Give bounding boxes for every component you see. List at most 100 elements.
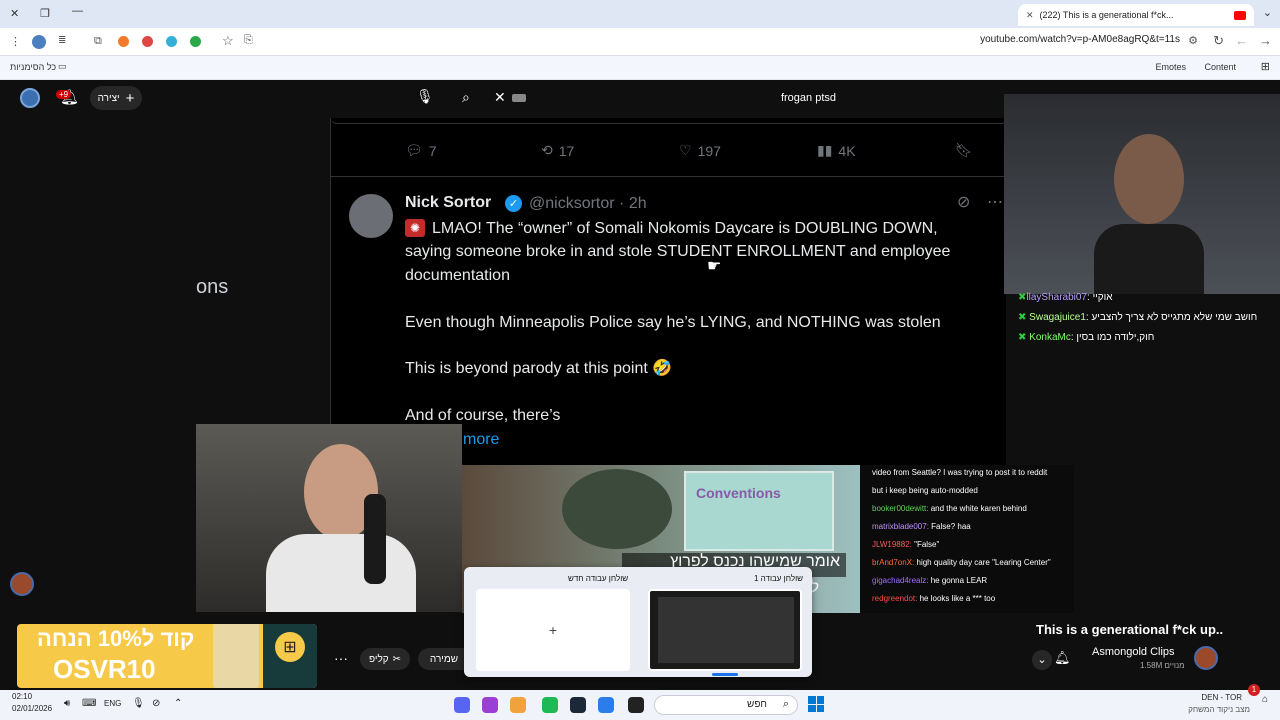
subscribe-bell-icon[interactable]: 🔔︎ (1054, 650, 1071, 666)
reload-icon[interactable]: ↻ (1213, 33, 1224, 49)
tab-search-icon[interactable]: ⌄ (1263, 6, 1272, 19)
chevron-down-icon[interactable]: ⌄ (1032, 650, 1052, 670)
chat-message: brAnd7onX: high quality day care "Learin… (872, 558, 1051, 567)
address-bar[interactable]: youtube.com/watch?v=p-AM0e8agRQ&t=11s (980, 34, 1180, 45)
app-purple-icon[interactable] (482, 697, 498, 713)
siren-emoji-icon: ✺ (405, 219, 425, 237)
channel-avatar[interactable] (10, 572, 34, 596)
channel-name[interactable]: Asmongold Clips (1092, 646, 1175, 658)
chat-message: redgreendot: he looks like a *** too (872, 594, 996, 603)
profile-icon[interactable] (32, 35, 46, 49)
streamer-webcam-right (1004, 94, 1280, 294)
close-window-icon[interactable]: ✕ (10, 7, 19, 20)
tweet-line: This is beyond parody at this point 🤣 (405, 360, 673, 377)
subscriber-count: 1.58M מנויים (1140, 661, 1185, 670)
back-icon[interactable]: → (1259, 33, 1272, 48)
microphone (364, 494, 386, 584)
bookmark-icon[interactable]: 🔖︎ (955, 142, 973, 159)
chat-message: booker00dewitt: and the white karen behi… (872, 504, 1027, 513)
all-bookmarks-link[interactable]: כל הסימניות (10, 62, 56, 72)
bar-chart-icon: ▮▮ (817, 142, 833, 158)
install-icon[interactable]: ⎘ (244, 34, 253, 47)
clock-time[interactable]: 02:10 (12, 692, 32, 701)
bookmark-star-icon[interactable]: ☆ (222, 33, 234, 49)
author-avatar[interactable] (349, 194, 393, 238)
more-actions-button[interactable]: ··· (334, 650, 348, 666)
volume-icon[interactable]: 🔊︎ (64, 698, 70, 709)
author-name[interactable]: Nick Sortor (405, 194, 491, 212)
extension-green-icon[interactable] (190, 36, 201, 47)
channel-avatar[interactable] (1194, 646, 1218, 670)
menu-icon[interactable]: ⋮ (10, 35, 21, 48)
bookmark-emotes[interactable]: Emotes (1155, 62, 1186, 72)
score-widget-subtext: מצב ניקוד המשחק (1188, 705, 1250, 714)
avatar[interactable] (20, 88, 40, 108)
new-desktop-button[interactable]: + (476, 589, 630, 671)
reply-icon: 💬︎ (405, 142, 423, 158)
streamer-shirt (1094, 224, 1204, 294)
views-count: 4K (838, 142, 856, 159)
author-handle[interactable]: @nicksortor · 2h (529, 195, 647, 213)
show-more-link[interactable]: more (463, 428, 499, 451)
tweet-line: Even though Minneapolis Police say he’s … (405, 314, 941, 331)
chat-message: gigachad4realz: he gonna LEAR (872, 576, 988, 585)
windows-start-icon[interactable] (808, 696, 824, 712)
desktop1-label: שולחן עבודה 1 (754, 574, 804, 583)
like-metric[interactable]: ♡ 197 (679, 142, 721, 159)
streamer-shirt (266, 534, 416, 612)
microphone-icon[interactable]: 🎙︎ (416, 88, 434, 105)
extension-blue-icon[interactable] (166, 36, 177, 47)
desktop1-thumbnail[interactable] (648, 589, 802, 671)
chrome-icon[interactable] (598, 697, 614, 713)
chat-message: matrixblade007: False? haa (872, 522, 971, 531)
chat-overlay-bottom: video from Seattle? I was trying to post… (860, 465, 1074, 613)
language-indicator[interactable]: ENG (104, 699, 121, 708)
clear-search-icon[interactable]: ✕ (494, 89, 506, 106)
notification-icon[interactable]: ⌂ (1262, 694, 1268, 705)
views-metric[interactable]: ▮▮ 4K (817, 142, 856, 159)
retweet-metric[interactable]: ⟲ 17 (541, 142, 574, 159)
sponsor-banner[interactable]: קוד ל10% הנחה OSVR10 ⊞ (17, 624, 317, 688)
search-icon[interactable]: ⌕ (462, 89, 470, 106)
taskbar-search[interactable]: חפש ⌕ (654, 695, 798, 715)
extension-orange-icon[interactable] (118, 36, 129, 47)
search-input[interactable]: frogan ptsd (510, 87, 846, 111)
create-button[interactable]: יצירה + (90, 86, 142, 110)
minimize-window-icon[interactable]: — (72, 5, 83, 17)
page-settings-icon[interactable]: ⚙ (1188, 34, 1198, 47)
clip-button[interactable]: קליפ ✂ (360, 648, 410, 670)
discord-icon[interactable] (454, 697, 470, 713)
terminal-icon[interactable] (628, 697, 644, 713)
steam-icon[interactable] (570, 697, 586, 713)
mic-tray-icon[interactable]: 🎙︎ (132, 698, 145, 709)
network-icon[interactable]: ⌨ (82, 698, 96, 709)
extension-icon[interactable]: ≣ (58, 35, 66, 46)
puzzle-icon[interactable]: ⧉ (94, 35, 102, 48)
reply-metric[interactable]: 💬︎ 7 (405, 142, 437, 159)
extension-red-icon[interactable] (142, 36, 153, 47)
ny-cap (562, 469, 672, 549)
forward-icon[interactable]: ← (1235, 33, 1248, 48)
video-title: This is a generational f*ck up.. (1036, 622, 1224, 637)
like-count: 197 (697, 142, 721, 159)
tab-active[interactable]: ✕ (222) This is a generational f*ck... (1018, 4, 1254, 26)
save-button[interactable]: שמירה (418, 648, 470, 670)
bookmark-content[interactable]: Content (1204, 62, 1236, 72)
restore-window-icon[interactable]: ❐ (40, 7, 50, 20)
verified-badge-icon: ✓ (505, 195, 522, 212)
streamer-webcam-left (196, 424, 462, 612)
score-widget[interactable]: DEN - TOR (1201, 693, 1242, 702)
grok-icon[interactable]: ⊘ (957, 192, 970, 212)
close-tab-icon[interactable]: ✕ (1026, 10, 1034, 21)
tab-grid-icon[interactable]: ⊞ (1261, 60, 1270, 73)
scissors-icon: ✂ (392, 653, 402, 665)
more-options-icon[interactable]: ⋯ (987, 192, 1003, 212)
camera-off-icon[interactable]: ⊘ (152, 698, 160, 709)
spotify-icon[interactable] (542, 697, 558, 713)
heart-icon: ♡ (679, 142, 692, 158)
left-text-fragment: ons (196, 276, 229, 298)
app-orange-icon[interactable] (510, 697, 526, 713)
tray-expand-icon[interactable]: ⌃ (174, 698, 182, 709)
clock-date[interactable]: 02/01/2026 (12, 704, 52, 713)
youtube-favicon-icon (1234, 10, 1246, 20)
